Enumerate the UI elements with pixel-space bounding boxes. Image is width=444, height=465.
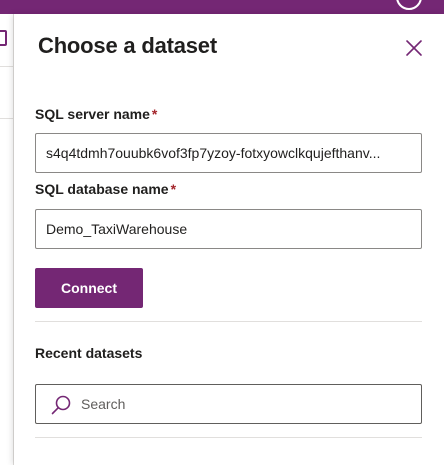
required-mark: * [151, 106, 158, 122]
sql-database-input[interactable]: Demo_TaxiWarehouse [35, 209, 422, 249]
page-icon[interactable] [0, 30, 7, 46]
required-mark: * [170, 181, 177, 197]
avatar[interactable] [396, 0, 422, 10]
section-divider [35, 437, 422, 438]
search-icon [51, 395, 71, 415]
sql-server-label: SQL server name * [35, 106, 157, 122]
nav-divider [0, 118, 14, 119]
choose-dataset-panel: Choose a dataset SQL server name * s4q4td… [14, 14, 444, 465]
left-nav-strip [0, 14, 14, 465]
nav-divider [0, 66, 14, 67]
top-app-bar [0, 0, 444, 14]
sql-database-label: SQL database name * [35, 181, 176, 197]
sql-server-input[interactable]: s4q4tdmh7ouubk6vof3fp7yzoy-fotxyowclkquj… [35, 133, 422, 173]
close-icon [406, 40, 422, 56]
panel-title: Choose a dataset [38, 33, 217, 58]
search-input[interactable]: Search [35, 384, 422, 424]
search-placeholder: Search [81, 396, 126, 412]
sql-database-label-text: SQL database name [35, 181, 169, 197]
connect-button[interactable]: Connect [35, 268, 143, 308]
recent-datasets-label: Recent datasets [35, 345, 143, 361]
section-divider [35, 321, 422, 322]
close-button[interactable] [402, 36, 426, 60]
sql-server-label-text: SQL server name [35, 106, 150, 122]
